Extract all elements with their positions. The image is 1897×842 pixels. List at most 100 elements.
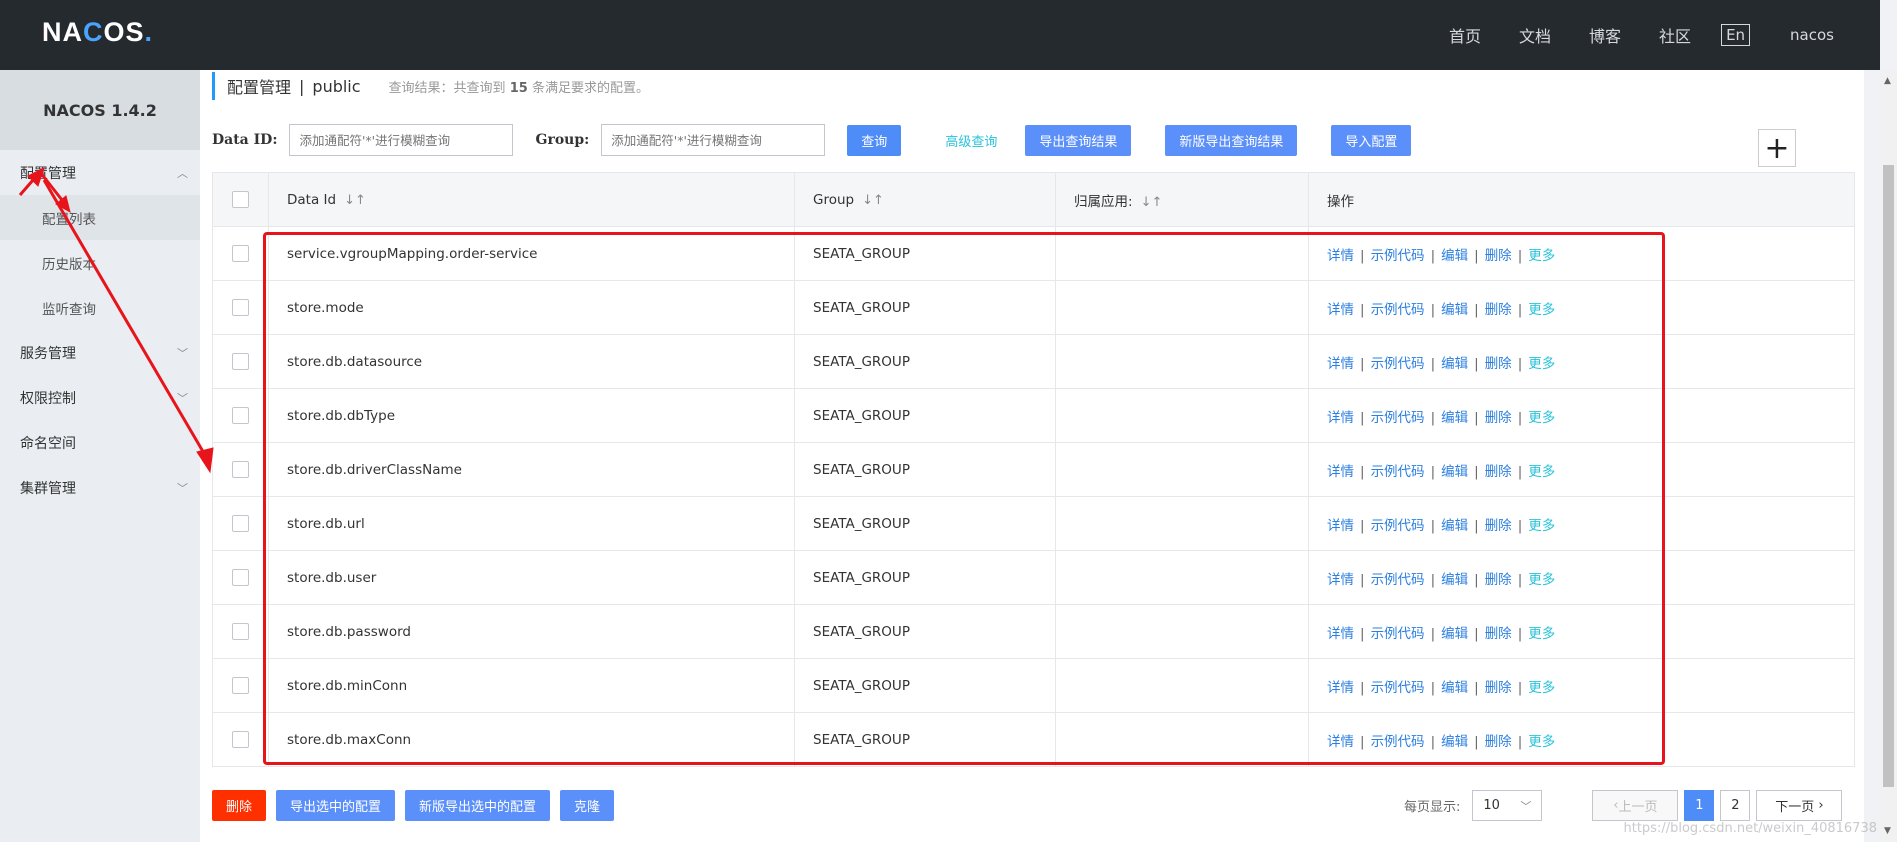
edit-link[interactable]: 编辑 xyxy=(1441,518,1468,534)
cell-ops: 详情 | 示例代码 | 编辑 | 删除 | 更多 xyxy=(1308,280,1855,335)
sort-icon[interactable]: ↓↑ xyxy=(344,193,366,208)
cell-group: SEATA_GROUP xyxy=(794,604,1056,659)
more-link[interactable]: 更多 xyxy=(1528,356,1555,372)
more-link[interactable]: 更多 xyxy=(1528,248,1555,264)
detail-link[interactable]: 详情 xyxy=(1327,680,1354,696)
sort-icon[interactable]: ↓↑ xyxy=(1141,195,1163,210)
row-checkbox[interactable] xyxy=(232,731,249,748)
more-link[interactable]: 更多 xyxy=(1528,680,1555,696)
clone-button[interactable]: 克隆 xyxy=(560,790,615,821)
sample-code-link[interactable]: 示例代码 xyxy=(1371,626,1425,642)
sample-code-link[interactable]: 示例代码 xyxy=(1371,518,1425,534)
delete-link[interactable]: 删除 xyxy=(1485,410,1512,426)
nav-home[interactable]: 首页 xyxy=(1449,23,1481,47)
delete-link[interactable]: 删除 xyxy=(1485,680,1512,696)
sample-code-link[interactable]: 示例代码 xyxy=(1371,248,1425,264)
table-body: service.vgroupMapping.order-service SEATA… xyxy=(212,226,1855,767)
detail-link[interactable]: 详情 xyxy=(1327,302,1354,318)
export-selected-new-button[interactable]: 新版导出选中的配置 xyxy=(405,790,551,821)
scroll-down-icon[interactable]: ▼ xyxy=(1884,826,1891,836)
delete-link[interactable]: 删除 xyxy=(1485,302,1512,318)
nav-docs[interactable]: 文档 xyxy=(1519,23,1551,47)
annotation-arrow xyxy=(42,179,207,456)
sample-code-link[interactable]: 示例代码 xyxy=(1371,356,1425,372)
sample-code-link[interactable]: 示例代码 xyxy=(1371,572,1425,588)
delete-link[interactable]: 删除 xyxy=(1485,464,1512,480)
edit-link[interactable]: 编辑 xyxy=(1441,302,1468,318)
delete-link[interactable]: 删除 xyxy=(1485,248,1512,264)
edit-link[interactable]: 编辑 xyxy=(1441,626,1468,642)
page-1[interactable]: 1 xyxy=(1684,790,1715,821)
row-checkbox[interactable] xyxy=(232,623,249,640)
add-config-button[interactable]: + xyxy=(1758,129,1796,167)
detail-link[interactable]: 详情 xyxy=(1327,518,1354,534)
cell-app xyxy=(1055,442,1309,497)
sort-icon[interactable]: ↓↑ xyxy=(862,193,884,208)
language-toggle[interactable]: En xyxy=(1721,24,1751,46)
export-new-button[interactable]: 新版导出查询结果 xyxy=(1165,124,1298,156)
sample-code-link[interactable]: 示例代码 xyxy=(1371,302,1425,318)
more-link[interactable]: 更多 xyxy=(1528,518,1555,534)
export-selected-button[interactable]: 导出选中的配置 xyxy=(276,790,396,821)
scrollbar-thumb[interactable] xyxy=(1883,165,1894,787)
edit-link[interactable]: 编辑 xyxy=(1441,734,1468,750)
detail-link[interactable]: 详情 xyxy=(1327,410,1354,426)
more-link[interactable]: 更多 xyxy=(1528,626,1555,642)
query-button[interactable]: 查询 xyxy=(847,124,902,156)
cell-ops: 详情 | 示例代码 | 编辑 | 删除 | 更多 xyxy=(1308,496,1855,551)
user-menu[interactable]: nacos xyxy=(1790,26,1834,44)
delete-selected-button[interactable]: 删除 xyxy=(212,790,267,821)
detail-link[interactable]: 详情 xyxy=(1327,248,1354,264)
detail-link[interactable]: 详情 xyxy=(1327,572,1354,588)
detail-link[interactable]: 详情 xyxy=(1327,464,1354,480)
edit-link[interactable]: 编辑 xyxy=(1441,248,1468,264)
export-button[interactable]: 导出查询结果 xyxy=(1025,124,1132,156)
advanced-query-link[interactable]: 高级查询 xyxy=(945,131,997,150)
row-checkbox[interactable] xyxy=(232,515,249,532)
page-scrollbar[interactable]: ▲ ▼ xyxy=(1880,70,1897,842)
edit-link[interactable]: 编辑 xyxy=(1441,356,1468,372)
table-header-row: Data Id ↓↑ Group ↓↑ 归属应用: ↓↑ 操作 xyxy=(212,172,1855,227)
nav-community[interactable]: 社区 xyxy=(1659,23,1691,47)
delete-link[interactable]: 删除 xyxy=(1485,518,1512,534)
cell-group: SEATA_GROUP xyxy=(794,334,1056,389)
edit-link[interactable]: 编辑 xyxy=(1441,572,1468,588)
edit-link[interactable]: 编辑 xyxy=(1441,680,1468,696)
row-checkbox[interactable] xyxy=(232,569,249,586)
delete-link[interactable]: 删除 xyxy=(1485,356,1512,372)
cell-group: SEATA_GROUP xyxy=(794,442,1056,497)
more-link[interactable]: 更多 xyxy=(1528,734,1555,750)
next-page-button[interactable]: 下一页 › xyxy=(1756,790,1843,821)
detail-link[interactable]: 详情 xyxy=(1327,356,1354,372)
more-link[interactable]: 更多 xyxy=(1528,464,1555,480)
scroll-up-icon[interactable]: ▲ xyxy=(1884,76,1891,86)
per-page-select[interactable]: 10 ﹀ xyxy=(1472,790,1543,821)
cell-dataid: store.db.driverClassName xyxy=(268,442,795,497)
sample-code-link[interactable]: 示例代码 xyxy=(1371,410,1425,426)
detail-link[interactable]: 详情 xyxy=(1327,626,1354,642)
nav-blog[interactable]: 博客 xyxy=(1589,23,1621,47)
cell-group: SEATA_GROUP xyxy=(794,658,1056,713)
edit-link[interactable]: 编辑 xyxy=(1441,464,1468,480)
table-row: store.db.driverClassName SEATA_GROUP 详情 | 示例… xyxy=(212,442,1855,497)
cell-group: SEATA_GROUP xyxy=(794,550,1056,605)
row-checkbox[interactable] xyxy=(232,677,249,694)
import-button[interactable]: 导入配置 xyxy=(1331,124,1412,156)
delete-link[interactable]: 删除 xyxy=(1485,572,1512,588)
sample-code-link[interactable]: 示例代码 xyxy=(1371,734,1425,750)
more-link[interactable]: 更多 xyxy=(1528,302,1555,318)
detail-link[interactable]: 详情 xyxy=(1327,734,1354,750)
table-row: store.db.datasource SEATA_GROUP 详情 | 示例代码 | 编辑… xyxy=(212,334,1855,389)
sample-code-link[interactable]: 示例代码 xyxy=(1371,680,1425,696)
more-link[interactable]: 更多 xyxy=(1528,572,1555,588)
delete-link[interactable]: 删除 xyxy=(1485,734,1512,750)
page-2[interactable]: 2 xyxy=(1720,790,1751,821)
prev-page-button[interactable]: ‹ 上一页 xyxy=(1592,790,1679,821)
more-link[interactable]: 更多 xyxy=(1528,410,1555,426)
group-input[interactable] xyxy=(601,124,826,156)
edit-link[interactable]: 编辑 xyxy=(1441,410,1468,426)
cell-group: SEATA_GROUP xyxy=(794,496,1056,551)
dataid-input[interactable] xyxy=(289,124,514,156)
delete-link[interactable]: 删除 xyxy=(1485,626,1512,642)
sample-code-link[interactable]: 示例代码 xyxy=(1371,464,1425,480)
